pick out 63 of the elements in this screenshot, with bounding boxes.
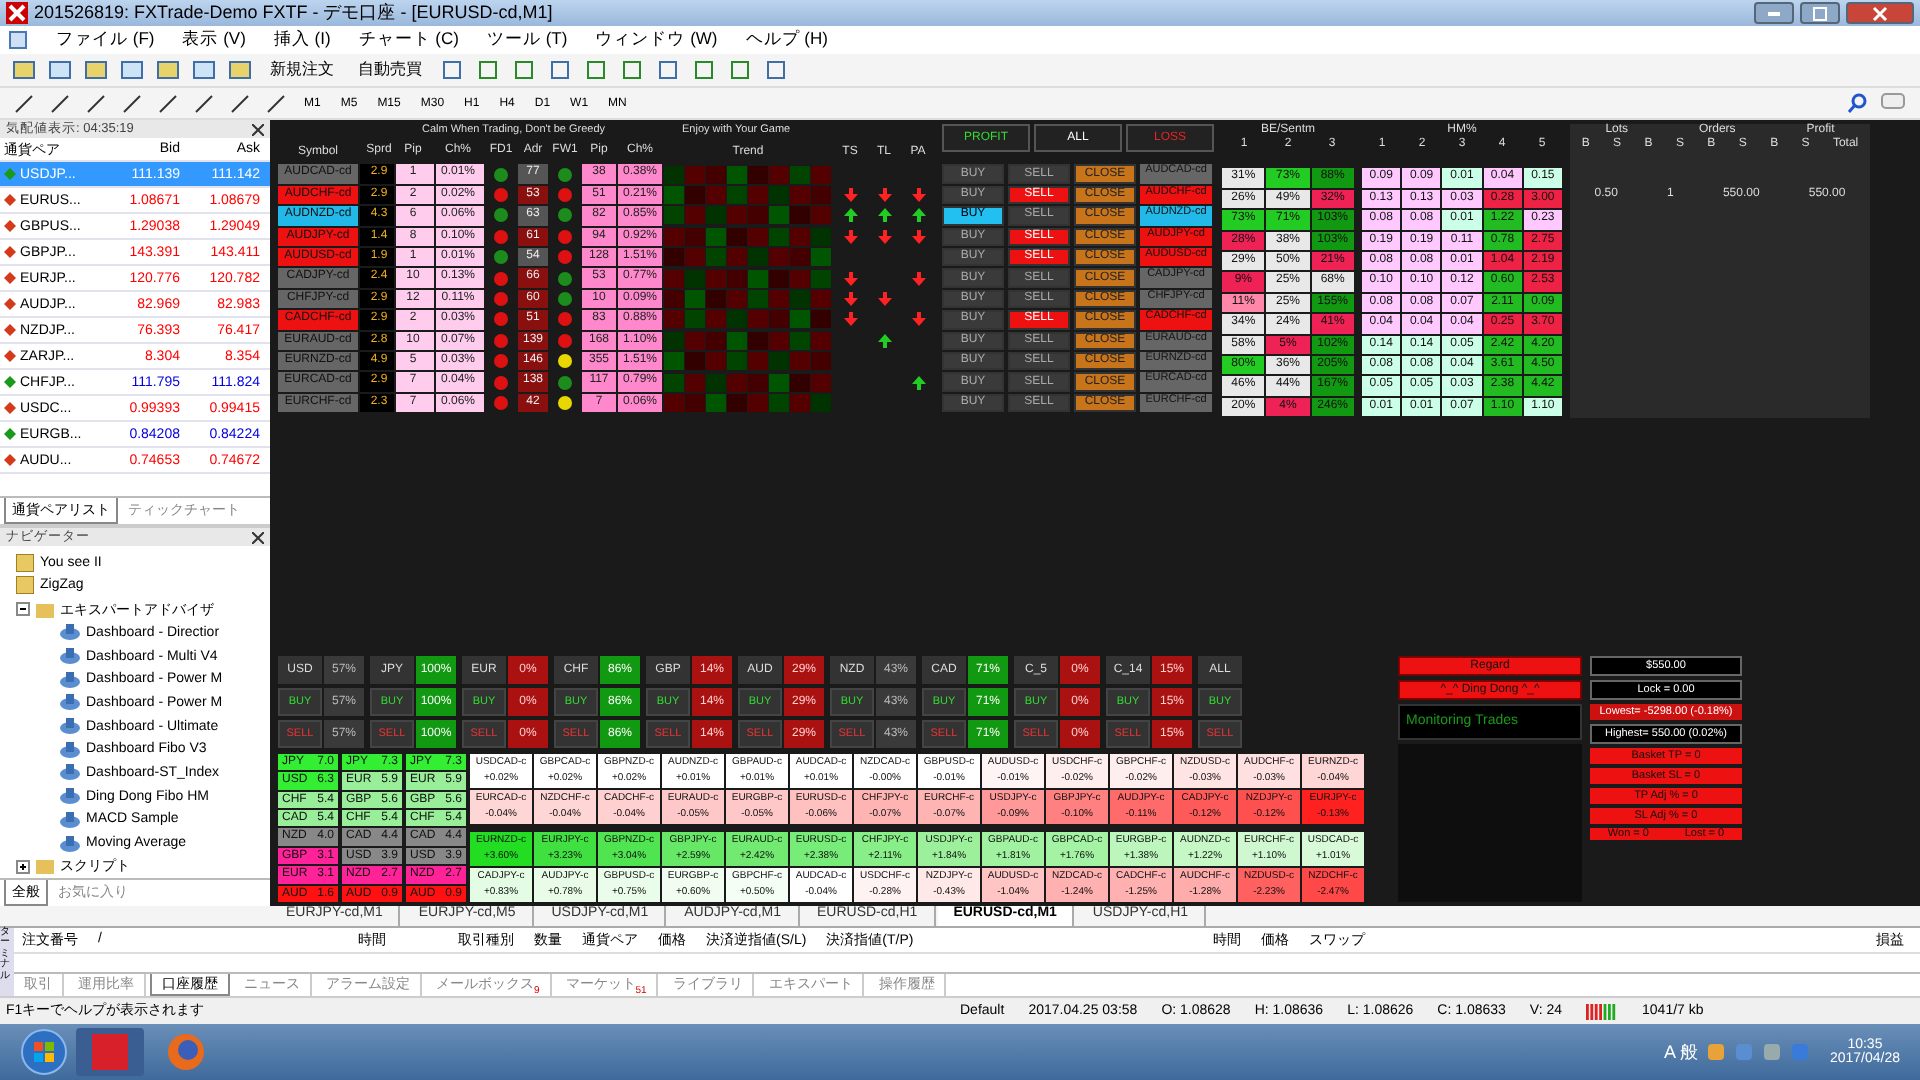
toolbar-icon[interactable] bbox=[48, 57, 72, 82]
maximize-button[interactable] bbox=[1800, 2, 1840, 24]
expand-icon[interactable] bbox=[16, 859, 30, 874]
expert-hat-icon bbox=[60, 764, 80, 781]
menu-item[interactable]: ヘルプ (H) bbox=[745, 27, 828, 52]
toolbar-icon[interactable] bbox=[620, 57, 644, 82]
drawing-tool-icon[interactable] bbox=[264, 91, 288, 116]
toolbar-icon[interactable] bbox=[192, 57, 216, 82]
connection-bars-icon bbox=[1586, 1001, 1619, 1020]
document-icon bbox=[8, 29, 28, 50]
expert-hat-icon bbox=[60, 741, 80, 758]
drawing-tool-icon[interactable] bbox=[156, 91, 180, 116]
drawing-tool-icon[interactable] bbox=[228, 91, 252, 116]
auto-trading-button[interactable]: 自動売買 bbox=[352, 58, 428, 81]
menu-item[interactable]: 挿入 (I) bbox=[273, 27, 331, 52]
toolbar-icon[interactable] bbox=[476, 57, 500, 82]
toolbar-icon[interactable] bbox=[228, 57, 252, 82]
chat-icon[interactable] bbox=[1880, 92, 1908, 115]
menu-item[interactable]: 表示 (V) bbox=[182, 27, 246, 52]
expert-hat-icon bbox=[60, 648, 80, 665]
close-icon[interactable] bbox=[252, 531, 264, 544]
toolbar-icon[interactable] bbox=[512, 57, 536, 82]
menu-item[interactable]: ファイル (F) bbox=[56, 27, 155, 52]
toolbar-icon[interactable] bbox=[764, 57, 788, 82]
toolbar-icon[interactable] bbox=[728, 57, 752, 82]
drawing-tool-icon[interactable] bbox=[84, 91, 108, 116]
menu-item[interactable]: ツール (T) bbox=[486, 27, 568, 52]
close-icon bbox=[1872, 5, 1888, 21]
new-order-button[interactable]: 新規注文 bbox=[264, 58, 340, 81]
toolbar-icon[interactable] bbox=[656, 57, 680, 82]
expert-hat-icon bbox=[60, 811, 80, 828]
toolbar-icon[interactable] bbox=[12, 57, 36, 82]
drawing-tool-icon[interactable] bbox=[192, 91, 216, 116]
start-button-icon[interactable] bbox=[20, 1028, 68, 1077]
expert-hat-icon bbox=[60, 671, 80, 688]
toolbar-icon[interactable] bbox=[548, 57, 572, 82]
toolbar-icon[interactable] bbox=[584, 57, 608, 82]
expert-hat-icon bbox=[60, 624, 80, 641]
menu-item[interactable]: ウィンドウ (W) bbox=[595, 27, 718, 52]
folder-icon bbox=[36, 601, 54, 618]
search-icon[interactable] bbox=[1846, 92, 1868, 115]
window-title: 201526819: FXTrade-Demo FXTF - デモ口座 - [EURUSD-cd,M1] bbox=[34, 0, 553, 26]
folder-icon bbox=[36, 858, 54, 875]
drawing-tool-icon[interactable] bbox=[48, 91, 72, 116]
menu-item[interactable]: チャート (C) bbox=[358, 27, 459, 52]
maximize-icon bbox=[1812, 5, 1828, 21]
toolbar-icon[interactable] bbox=[120, 57, 144, 82]
toolbar-icon[interactable] bbox=[84, 57, 108, 82]
toolbar-icon[interactable] bbox=[156, 57, 180, 82]
toolbar-icon[interactable] bbox=[440, 57, 464, 82]
drawing-tool-icon[interactable] bbox=[120, 91, 144, 116]
drawing-tool-icon[interactable] bbox=[12, 91, 36, 116]
expert-hat-icon bbox=[60, 788, 80, 805]
close-button[interactable] bbox=[1846, 2, 1914, 24]
expert-hat-icon bbox=[60, 694, 80, 711]
collapse-icon[interactable] bbox=[16, 602, 30, 617]
close-icon[interactable] bbox=[252, 123, 264, 136]
expert-hat-icon bbox=[60, 835, 80, 852]
expert-hat-icon bbox=[60, 718, 80, 735]
minimize-icon bbox=[1768, 11, 1780, 15]
ime-indicator[interactable]: A 般 bbox=[1663, 1039, 1698, 1066]
minimize-button[interactable] bbox=[1754, 2, 1794, 24]
toolbar-icon[interactable] bbox=[692, 57, 716, 82]
